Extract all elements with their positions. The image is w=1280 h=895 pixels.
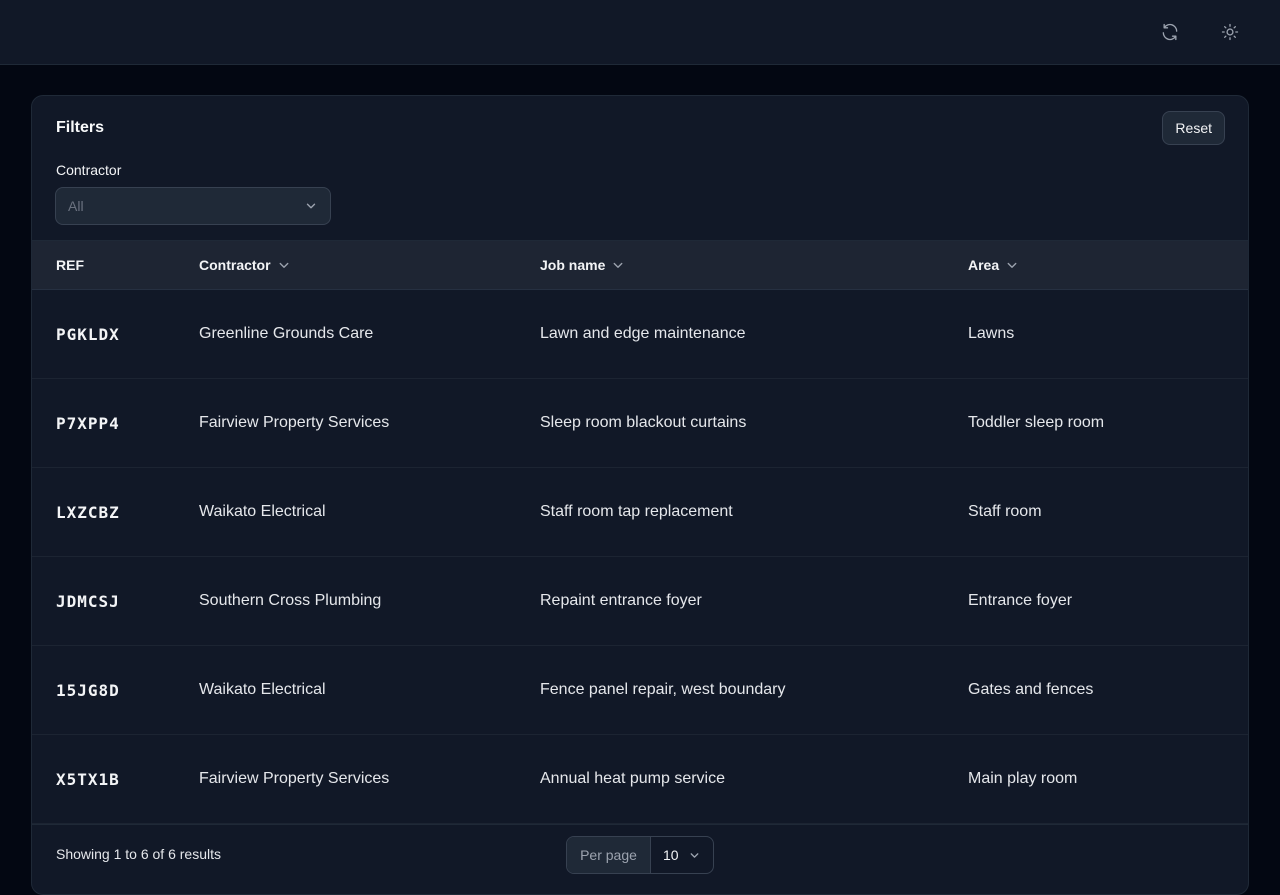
sort-chevron-icon [613,262,623,268]
cell-contractor: Fairview Property Services [199,770,390,787]
per-page-control: Per page 10 [566,836,714,874]
cell-contractor: Waikato Electrical [199,681,326,698]
column-header-contractor[interactable]: Contractor [199,241,290,289]
cell-area: Staff room [968,503,1042,520]
contractor-filter-label: Contractor [56,162,122,178]
chevron-down-icon [690,853,699,858]
theme-toggle-button[interactable] [1214,16,1246,48]
cell-job-name: Repaint entrance foyer [540,592,702,609]
contractor-filter-select[interactable]: All [55,187,331,225]
table-row[interactable]: 15JG8D Waikato Electrical Fence panel re… [32,646,1248,735]
cell-job-name: Sleep room blackout curtains [540,414,747,431]
jobs-table: REF Contractor Job name Area PGKLDX Gree… [32,240,1248,824]
per-page-value: 10 [663,847,679,863]
filters-title: Filters [56,119,105,136]
column-header-ref: REF [56,257,84,273]
cell-contractor: Greenline Grounds Care [199,325,374,342]
top-bar [0,0,1280,65]
table-row[interactable]: X5TX1B Fairview Property Services Annual… [32,735,1248,824]
cell-job-name: Fence panel repair, west boundary [540,681,786,698]
refresh-button[interactable] [1154,16,1186,48]
column-header-area[interactable]: Area [968,241,1018,289]
cell-area: Main play room [968,770,1078,787]
refresh-icon [1162,23,1178,41]
reset-button[interactable]: Reset [1162,111,1225,145]
cell-job-name: Staff room tap replacement [540,503,733,520]
table-footer: Showing 1 to 6 of 6 results Per page 10 [32,824,1248,894]
per-page-select[interactable]: 10 [651,837,713,873]
cell-job-name: Lawn and edge maintenance [540,325,746,342]
contractor-filter-value: All [68,198,84,214]
cell-contractor: Southern Cross Plumbing [199,592,382,609]
table-row[interactable]: LXZCBZ Waikato Electrical Staff room tap… [32,468,1248,557]
table-row[interactable]: PGKLDX Greenline Grounds Care Lawn and e… [32,290,1248,379]
jobs-card: Filters Reset Contractor All REF Contrac… [31,95,1249,895]
cell-area: Gates and fences [968,681,1094,698]
cell-ref: LXZCBZ [56,502,120,522]
table-row[interactable]: P7XPP4 Fairview Property Services Sleep … [32,379,1248,468]
per-page-label: Per page [567,837,651,873]
results-count: Showing 1 to 6 of 6 results [56,846,221,862]
sort-chevron-icon [279,262,288,268]
cell-ref: PGKLDX [56,324,120,344]
cell-area: Lawns [968,325,1015,342]
table-header: REF Contractor Job name Area [32,240,1248,290]
column-header-job-name[interactable]: Job name [540,241,624,289]
cell-ref: 15JG8D [56,680,120,700]
cell-job-name: Annual heat pump service [540,770,725,787]
sun-icon [1221,23,1239,41]
cell-contractor: Fairview Property Services [199,414,390,431]
cell-contractor: Waikato Electrical [199,503,326,520]
cell-area: Toddler sleep room [968,414,1105,431]
cell-area: Entrance foyer [968,592,1073,609]
sort-chevron-icon [1007,262,1017,268]
cell-ref: JDMCSJ [56,591,120,611]
cell-ref: X5TX1B [56,769,120,789]
table-row[interactable]: JDMCSJ Southern Cross Plumbing Repaint e… [32,557,1248,646]
chevron-down-icon [306,203,316,209]
cell-ref: P7XPP4 [56,413,120,433]
